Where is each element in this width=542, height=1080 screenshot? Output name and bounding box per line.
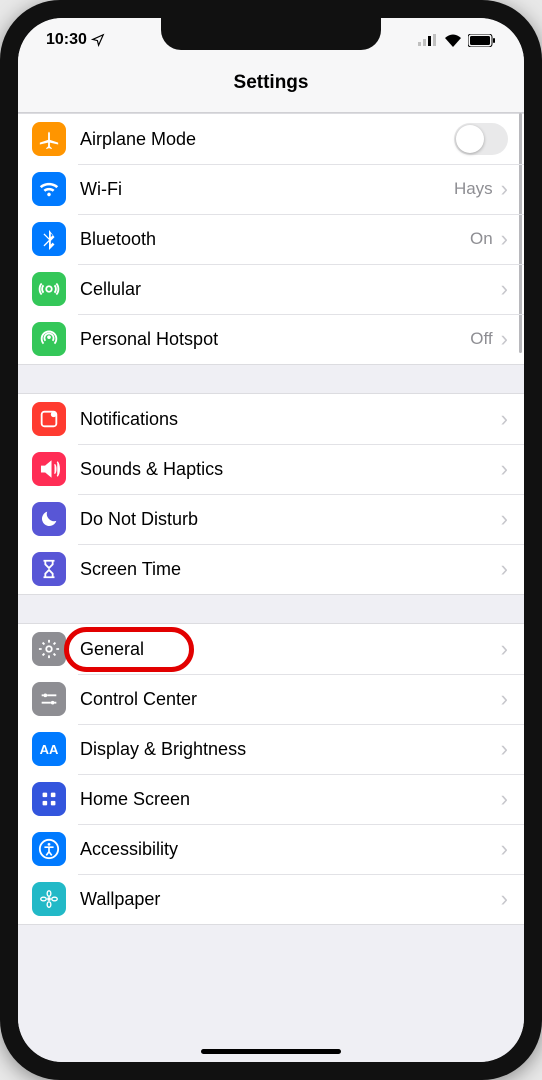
hourglass-icon xyxy=(32,552,66,586)
row-label: Display & Brightness xyxy=(80,739,501,760)
row-label: Personal Hotspot xyxy=(80,329,470,350)
sliders-icon xyxy=(32,682,66,716)
chevron-right-icon: › xyxy=(501,786,508,812)
chevron-right-icon: › xyxy=(501,636,508,662)
home-indicator[interactable] xyxy=(201,1049,341,1054)
row-wallpaper[interactable]: Wallpaper › xyxy=(18,874,524,924)
phone-frame: 10:30 Settings Airp xyxy=(0,0,542,1080)
chevron-right-icon: › xyxy=(501,176,508,202)
row-bluetooth[interactable]: Bluetooth On › xyxy=(18,214,524,264)
gear-icon xyxy=(32,632,66,666)
row-label: General xyxy=(80,639,501,660)
moon-icon xyxy=(32,502,66,536)
group-system: General › Control Center › AA Display & … xyxy=(18,623,524,925)
cellular-icon xyxy=(32,272,66,306)
row-general[interactable]: General › xyxy=(18,624,524,674)
row-label: Sounds & Haptics xyxy=(80,459,501,480)
chevron-right-icon: › xyxy=(501,686,508,712)
row-airplane[interactable]: Airplane Mode xyxy=(18,114,524,164)
chevron-right-icon: › xyxy=(501,556,508,582)
row-accessibility[interactable]: Accessibility › xyxy=(18,824,524,874)
row-label: Screen Time xyxy=(80,559,501,580)
grid-icon xyxy=(32,782,66,816)
chevron-right-icon: › xyxy=(501,276,508,302)
row-label: Control Center xyxy=(80,689,501,710)
row-label: Wallpaper xyxy=(80,889,501,910)
row-label: Do Not Disturb xyxy=(80,509,501,530)
row-value: On xyxy=(470,229,493,249)
airplane-toggle[interactable] xyxy=(454,123,508,155)
hotspot-icon xyxy=(32,322,66,356)
accessibility-icon xyxy=(32,832,66,866)
page-title: Settings xyxy=(234,72,309,93)
group-connectivity: Airplane Mode Wi-Fi Hays › Bluetooth xyxy=(18,113,524,365)
sounds-icon xyxy=(32,452,66,486)
flower-icon xyxy=(32,882,66,916)
chevron-right-icon: › xyxy=(501,736,508,762)
chevron-right-icon: › xyxy=(501,326,508,352)
row-sounds[interactable]: Sounds & Haptics › xyxy=(18,444,524,494)
chevron-right-icon: › xyxy=(501,836,508,862)
text-size-icon: AA xyxy=(32,732,66,766)
row-dnd[interactable]: Do Not Disturb › xyxy=(18,494,524,544)
location-icon xyxy=(91,33,105,47)
wifi-status-icon xyxy=(444,34,462,47)
row-label: Bluetooth xyxy=(80,229,470,250)
chevron-right-icon: › xyxy=(501,406,508,432)
row-hotspot[interactable]: Personal Hotspot Off › xyxy=(18,314,524,364)
row-notifications[interactable]: Notifications › xyxy=(18,394,524,444)
row-value: Off xyxy=(470,329,492,349)
status-time: 10:30 xyxy=(46,31,87,49)
notifications-icon xyxy=(32,402,66,436)
chevron-right-icon: › xyxy=(501,886,508,912)
row-label: Accessibility xyxy=(80,839,501,860)
row-label: Airplane Mode xyxy=(80,129,454,150)
notch xyxy=(161,18,381,50)
group-attention: Notifications › Sounds & Haptics › Do No… xyxy=(18,393,524,595)
row-label: Cellular xyxy=(80,279,501,300)
status-right xyxy=(418,34,496,47)
status-left: 10:30 xyxy=(46,31,105,49)
page-title-bar: Settings xyxy=(18,62,524,113)
row-display[interactable]: AA Display & Brightness › xyxy=(18,724,524,774)
battery-icon xyxy=(468,34,496,47)
row-wifi[interactable]: Wi-Fi Hays › xyxy=(18,164,524,214)
cellular-signal-icon xyxy=(418,34,438,46)
wifi-icon xyxy=(32,172,66,206)
settings-list[interactable]: Airplane Mode Wi-Fi Hays › Bluetooth xyxy=(18,113,524,1062)
airplane-icon xyxy=(32,122,66,156)
row-label: Wi-Fi xyxy=(80,179,454,200)
row-cellular[interactable]: Cellular › xyxy=(18,264,524,314)
row-label: Notifications xyxy=(80,409,501,430)
row-controlcenter[interactable]: Control Center › xyxy=(18,674,524,724)
row-label: Home Screen xyxy=(80,789,501,810)
row-screentime[interactable]: Screen Time › xyxy=(18,544,524,594)
screen: 10:30 Settings Airp xyxy=(18,18,524,1062)
chevron-right-icon: › xyxy=(501,506,508,532)
row-homescreen[interactable]: Home Screen › xyxy=(18,774,524,824)
row-value: Hays xyxy=(454,179,493,199)
bluetooth-icon xyxy=(32,222,66,256)
chevron-right-icon: › xyxy=(501,226,508,252)
chevron-right-icon: › xyxy=(501,456,508,482)
